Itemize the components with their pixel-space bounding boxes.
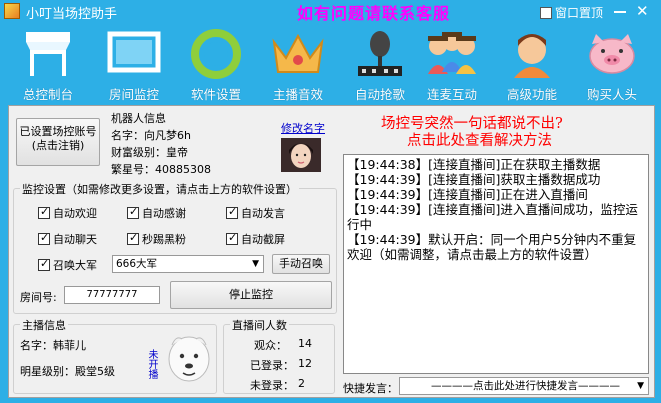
robot-wealth-level: 财富级别：皇帝 bbox=[111, 146, 188, 159]
checkbox-label: 自动发言 bbox=[241, 207, 285, 220]
monitor-settings-group: 监控设置（如需修改更多设置，请点击上方的软件设置） 自动欢迎 自动感谢 自动发言… bbox=[13, 181, 337, 314]
toolbar-label: 高级功能 bbox=[506, 87, 557, 102]
robot-name: 名字：向凡梦6h bbox=[111, 129, 191, 142]
viewers-count: 14 bbox=[298, 337, 312, 350]
robot-info-group: 机器人信息 名字：向凡梦6h 财富级别：皇帝 繁星号：40885308 修改名字 bbox=[107, 112, 337, 176]
host-level: 明星级别：殿堂5级 bbox=[20, 365, 115, 378]
robot-avatar bbox=[281, 138, 321, 172]
kick-black-fans-checkbox[interactable]: 秒踢黑粉 bbox=[127, 231, 186, 247]
promo-line-2[interactable]: 点击此处查看解决方法 bbox=[407, 129, 552, 150]
army-select[interactable]: 666大军 ▼ bbox=[112, 255, 264, 273]
room-number-label: 房间号: bbox=[20, 291, 57, 304]
toolbar-label: 连麦互动 bbox=[426, 87, 477, 102]
main-toolbar: 总控制台 房间监控 软件设置 主播音效 自动抢歌 连麦互动 高级功能 购买人头 bbox=[0, 22, 661, 104]
storefront-icon bbox=[26, 32, 70, 76]
rename-link[interactable]: 修改名字 bbox=[281, 120, 325, 136]
host-info-group: 主播信息 名字：韩菲儿 明星级别：殿堂5级 未开播 bbox=[13, 317, 217, 394]
toolbar-advanced[interactable]: 高级功能 bbox=[492, 22, 572, 104]
manual-summon-button[interactable]: 手动召唤 bbox=[272, 254, 330, 274]
microphone-mixer-icon bbox=[358, 31, 402, 76]
viewers-label: 观众： bbox=[254, 339, 287, 352]
viewer-stats-title: 直播间人数 bbox=[230, 317, 289, 333]
auto-speak-checkbox[interactable]: 自动发言 bbox=[226, 205, 285, 221]
checkbox-label: 自动感谢 bbox=[142, 207, 186, 220]
person-avatar-icon bbox=[514, 34, 550, 78]
window-title: 小叮当场控助手 bbox=[26, 7, 118, 22]
chevron-down-icon[interactable]: ▼ bbox=[637, 378, 644, 394]
checkbox-box[interactable] bbox=[127, 205, 139, 219]
log-entry: 【19:44:39】[连接直播间]进入直播间成功，监控运行中 bbox=[347, 202, 638, 232]
log-entry: 【19:44:39】[连接直播间]正在进入直播间 bbox=[347, 187, 588, 202]
toolbar-label: 软件设置 bbox=[190, 87, 241, 102]
topmost-checkbox[interactable]: 窗口置顶 bbox=[540, 4, 603, 21]
crown-icon bbox=[272, 33, 324, 73]
monitor-screen-icon bbox=[107, 31, 161, 73]
logged-in-count: 12 bbox=[298, 357, 312, 370]
toolbar-settings[interactable]: 软件设置 bbox=[176, 22, 256, 104]
checkbox-box[interactable] bbox=[226, 231, 238, 245]
log-entry: 【19:44:39】[连接直播间]获取主播数据成功 bbox=[347, 172, 601, 187]
toolbar-buy-heads[interactable]: 购买人头 bbox=[572, 22, 652, 104]
topmost-label: 窗口置顶 bbox=[555, 6, 604, 20]
checkbox-label: 秒踢黑粉 bbox=[142, 233, 186, 246]
host-info-title: 主播信息 bbox=[20, 317, 68, 333]
guest-label: 未登录： bbox=[250, 379, 294, 392]
chevron-down-icon[interactable]: ▼ bbox=[252, 256, 259, 272]
auto-chat-checkbox[interactable]: 自动聊天 bbox=[38, 231, 97, 247]
contact-banner: 如有问题请联系客服 bbox=[297, 4, 451, 23]
toolbar-label: 主播音效 bbox=[272, 87, 323, 102]
army-select-value: 666大军 bbox=[116, 258, 158, 270]
group-people-icon bbox=[428, 32, 476, 74]
auto-thanks-checkbox[interactable]: 自动感谢 bbox=[127, 205, 186, 221]
checkbox-box[interactable] bbox=[540, 6, 552, 19]
activity-log[interactable]: 【19:44:38】[连接直播间]正在获取主播数据 【19:44:39】[连接直… bbox=[343, 154, 649, 374]
checkbox-box[interactable] bbox=[38, 231, 50, 245]
auto-screenshot-checkbox[interactable]: 自动截屏 bbox=[226, 231, 285, 247]
robot-info-title: 机器人信息 bbox=[111, 112, 166, 125]
host-name: 名字：韩菲儿 bbox=[20, 339, 86, 352]
toolbar-host-sound[interactable]: 主播音效 bbox=[258, 22, 338, 104]
toolbar-console[interactable]: 总控制台 bbox=[8, 22, 88, 104]
checkbox-box[interactable] bbox=[38, 257, 50, 271]
log-entry: 【19:44:38】[连接直播间]正在获取主播数据 bbox=[347, 157, 601, 172]
checkbox-label: 自动聊天 bbox=[53, 233, 97, 246]
viewer-stats-group: 直播间人数 观众： 14 已登录： 12 未登录： 2 bbox=[223, 317, 335, 394]
auto-welcome-checkbox[interactable]: 自动欢迎 bbox=[38, 205, 97, 221]
account-logout-button[interactable]: 已设置场控账号 (点击注销) bbox=[16, 118, 100, 166]
toolbar-label: 自动抢歌 bbox=[354, 87, 405, 102]
minimize-icon[interactable] bbox=[614, 11, 626, 13]
quick-speak-value: ————点击此处进行快捷发言———— bbox=[431, 380, 620, 392]
checkbox-box[interactable] bbox=[38, 205, 50, 219]
main-panel: 已设置场控账号 (点击注销) 机器人信息 名字：向凡梦6h 财富级别：皇帝 繁星… bbox=[8, 105, 655, 398]
monitor-settings-title: 监控设置（如需修改更多设置，请点击上方的软件设置） bbox=[20, 181, 299, 197]
guest-count: 2 bbox=[298, 377, 305, 390]
logged-in-label: 已登录： bbox=[250, 359, 294, 372]
quick-speak-select[interactable]: ————点击此处进行快捷发言———— ▼ bbox=[399, 377, 649, 395]
close-icon[interactable]: ✕ bbox=[636, 2, 649, 20]
toolbar-label: 总控制台 bbox=[22, 87, 73, 102]
pig-icon bbox=[589, 34, 635, 74]
host-avatar-icon bbox=[168, 336, 210, 382]
summon-army-checkbox[interactable]: 召唤大军 bbox=[38, 257, 97, 273]
toolbar-label: 房间监控 bbox=[108, 87, 159, 102]
room-number-input[interactable]: 77777777 bbox=[64, 286, 160, 304]
app-logo-icon bbox=[4, 3, 20, 19]
toolbar-auto-song[interactable]: 自动抢歌 bbox=[340, 22, 420, 104]
checkbox-box[interactable] bbox=[127, 231, 139, 245]
checkbox-box[interactable] bbox=[226, 205, 238, 219]
title-bar: 小叮当场控助手 如有问题请联系客服 窗口置顶 ✕ bbox=[0, 0, 661, 23]
log-entry: 【19:44:39】默认开启：同一个用户5分钟内不重复欢迎（如需调整，请点击最上… bbox=[347, 232, 637, 262]
checkbox-label: 自动欢迎 bbox=[53, 207, 97, 220]
quick-speak-label: 快捷发言： bbox=[343, 382, 398, 395]
robot-fan-number: 繁星号：40885308 bbox=[111, 163, 211, 176]
toolbar-co-host[interactable]: 连麦互动 bbox=[412, 22, 492, 104]
toolbar-room-monitor[interactable]: 房间监控 bbox=[94, 22, 174, 104]
toolbar-label: 购买人头 bbox=[586, 87, 637, 102]
gear-ring-icon bbox=[191, 29, 241, 79]
host-not-live: 未开播 bbox=[146, 349, 157, 379]
stop-monitor-button[interactable]: 停止监控 bbox=[170, 281, 332, 309]
checkbox-label: 自动截屏 bbox=[241, 233, 285, 246]
checkbox-label: 召唤大军 bbox=[53, 259, 97, 272]
